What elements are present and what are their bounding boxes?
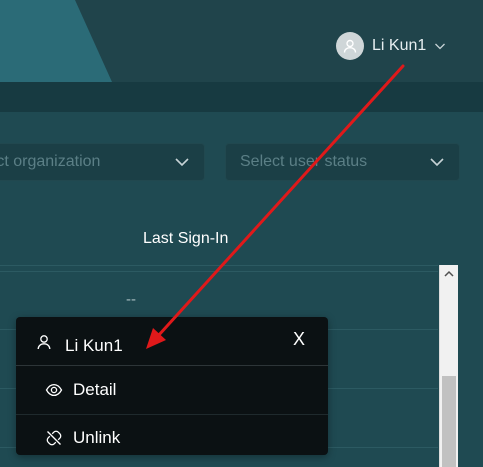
user-status-select-placeholder: Select user status [240, 153, 368, 170]
close-button[interactable]: X [291, 330, 307, 348]
table-cell-last-sign-in: -- [126, 291, 136, 308]
chevron-down-icon [434, 41, 446, 51]
sub-header-bar [0, 82, 483, 112]
user-icon [36, 334, 52, 355]
user-status-select[interactable]: Select user status [225, 143, 460, 181]
scroll-up-arrow-icon[interactable] [440, 265, 458, 283]
table-header-divider [0, 265, 438, 266]
unlink-icon [46, 430, 62, 446]
detail-label: Detail [73, 380, 117, 399]
popup-header: Li Kun1 X [16, 317, 328, 366]
eye-icon [45, 383, 63, 397]
scrollbar-thumb[interactable] [442, 376, 456, 467]
organization-select-placeholder: elect organization [0, 153, 101, 170]
menu-divider [16, 414, 328, 415]
user-menu[interactable]: Li Kun1 [336, 31, 446, 61]
user-action-popup: Li Kun1 X Detail Unlink [16, 317, 328, 455]
organization-select[interactable]: elect organization [0, 143, 205, 181]
detail-menu-item[interactable]: Detail [16, 369, 328, 411]
top-header: Li Kun1 [0, 0, 483, 82]
column-header-last-sign-in[interactable]: Last Sign-In [143, 230, 228, 248]
chevron-down-icon [430, 158, 444, 167]
unlink-label: Unlink [73, 428, 121, 447]
table-row-divider [0, 271, 438, 272]
user-avatar-icon [336, 32, 364, 60]
header-banner [0, 0, 112, 82]
chevron-down-icon [175, 158, 189, 167]
user-management-page: Li Kun1 elect organization Select user s… [0, 0, 483, 467]
popup-title: Li Kun1 [65, 336, 123, 355]
table-scrollbar[interactable] [439, 265, 458, 467]
user-name: Li Kun1 [372, 37, 427, 54]
unlink-menu-item[interactable]: Unlink [16, 417, 328, 459]
